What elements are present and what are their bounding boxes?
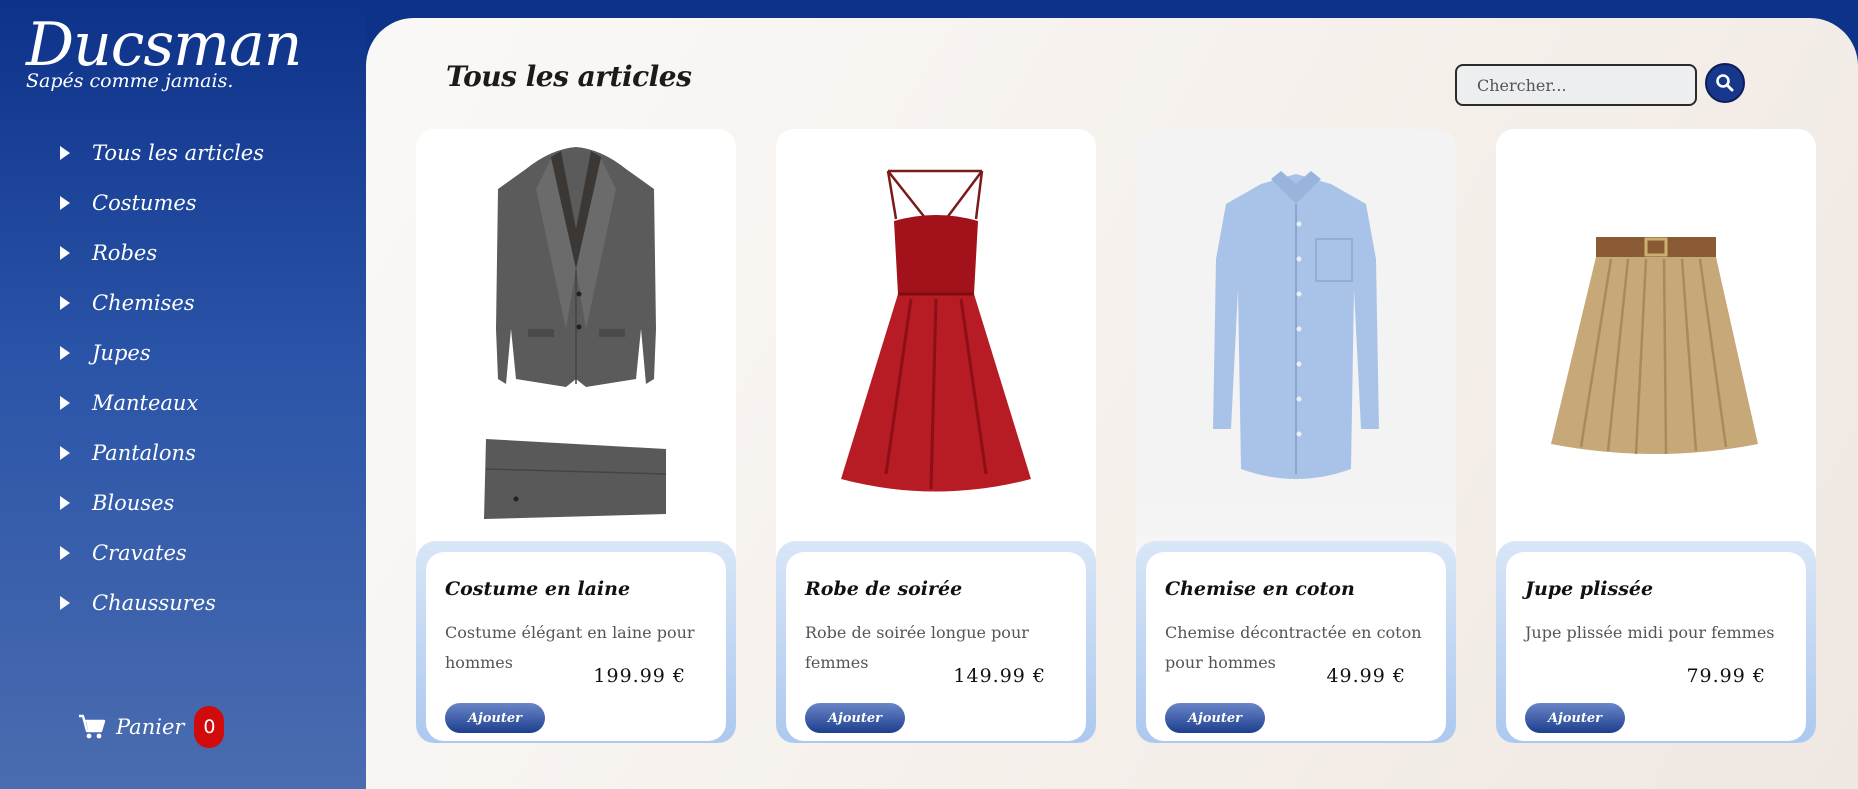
nav-item-label: Manteaux <box>92 391 199 415</box>
suit-image <box>484 147 667 519</box>
caret-right-icon <box>60 546 70 560</box>
nav-item-jupes[interactable]: Jupes <box>60 328 264 378</box>
cart-count-badge: 0 <box>194 706 225 748</box>
product-card[interactable]: Jupe plissée Jupe plissée midi pour femm… <box>1496 129 1816 743</box>
nav-item-pantalons[interactable]: Pantalons <box>60 428 264 478</box>
nav-item-manteaux[interactable]: Manteaux <box>60 378 264 428</box>
shirt-image <box>1213 171 1379 479</box>
nav-item-tous-les-articles[interactable]: Tous les articles <box>60 128 264 178</box>
nav-item-label: Blouses <box>92 491 175 515</box>
nav-item-label: Chemises <box>92 291 195 315</box>
cart-label: Panier <box>116 715 185 739</box>
product-info-panel: Jupe plissée Jupe plissée midi pour femm… <box>1496 541 1816 743</box>
caret-right-icon <box>60 396 70 410</box>
product-info-panel: Costume en laine Costume élégant en lain… <box>416 541 736 743</box>
add-to-cart-button[interactable]: Ajouter <box>445 703 545 733</box>
shopping-cart-icon <box>79 714 106 739</box>
product-name: Chemise en coton <box>1165 578 1355 600</box>
nav-item-label: Pantalons <box>92 441 196 465</box>
nav-item-chaussures[interactable]: Chaussures <box>60 578 264 628</box>
cart-link[interactable]: Panier 0 <box>78 706 225 748</box>
caret-right-icon <box>60 246 70 260</box>
nav-item-label: Jupes <box>92 341 151 365</box>
add-to-cart-button[interactable]: Ajouter <box>1165 703 1265 733</box>
main-content: Tous les articles Costume en laine Cos <box>366 18 1858 789</box>
add-to-cart-button[interactable]: Ajouter <box>1525 703 1625 733</box>
nav-item-label: Cravates <box>92 541 187 565</box>
product-name: Robe de soirée <box>805 578 963 600</box>
caret-right-icon <box>60 296 70 310</box>
brand-tagline: Sapés comme jamais. <box>26 70 234 92</box>
caret-right-icon <box>60 596 70 610</box>
nav-item-label: Tous les articles <box>92 141 264 165</box>
nav-item-label: Chaussures <box>92 591 216 615</box>
nav-item-label: Costumes <box>92 191 197 215</box>
product-price: 49.99 € <box>1326 665 1406 687</box>
dress-image <box>841 169 1031 492</box>
caret-right-icon <box>60 146 70 160</box>
caret-right-icon <box>60 346 70 360</box>
search-button[interactable] <box>1705 63 1745 103</box>
product-name: Costume en laine <box>445 578 631 600</box>
nav-item-label: Robes <box>92 241 158 265</box>
product-description: Jupe plissée midi pour femmes <box>1525 623 1775 642</box>
caret-right-icon <box>60 496 70 510</box>
product-name: Jupe plissée <box>1525 578 1654 600</box>
nav-item-cravates[interactable]: Cravates <box>60 528 264 578</box>
sidebar: Ducsman Sapés comme jamais. Tous les art… <box>0 0 366 789</box>
caret-right-icon <box>60 446 70 460</box>
product-price: 79.99 € <box>1686 665 1766 687</box>
product-price: 199.99 € <box>593 665 686 687</box>
search-icon <box>1716 74 1734 92</box>
product-info-panel: Robe de soirée Robe de soirée longue pou… <box>776 541 1096 743</box>
nav-item-costumes[interactable]: Costumes <box>60 178 264 228</box>
product-price: 149.99 € <box>953 665 1046 687</box>
product-info-panel: Chemise en coton Chemise décontractée en… <box>1136 541 1456 743</box>
nav-item-chemises[interactable]: Chemises <box>60 278 264 328</box>
search-input[interactable] <box>1455 64 1697 106</box>
nav-item-robes[interactable]: Robes <box>60 228 264 278</box>
product-card[interactable]: Robe de soirée Robe de soirée longue pou… <box>776 129 1096 743</box>
nav-item-blouses[interactable]: Blouses <box>60 478 264 528</box>
page-title: Tous les articles <box>446 60 692 93</box>
category-nav: Tous les articles Costumes Robes Chemise… <box>60 128 264 628</box>
product-card[interactable]: Chemise en coton Chemise décontractée en… <box>1136 129 1456 743</box>
product-card[interactable]: Costume en laine Costume élégant en lain… <box>416 129 736 743</box>
caret-right-icon <box>60 196 70 210</box>
add-to-cart-button[interactable]: Ajouter <box>805 703 905 733</box>
skirt-image <box>1551 237 1758 455</box>
